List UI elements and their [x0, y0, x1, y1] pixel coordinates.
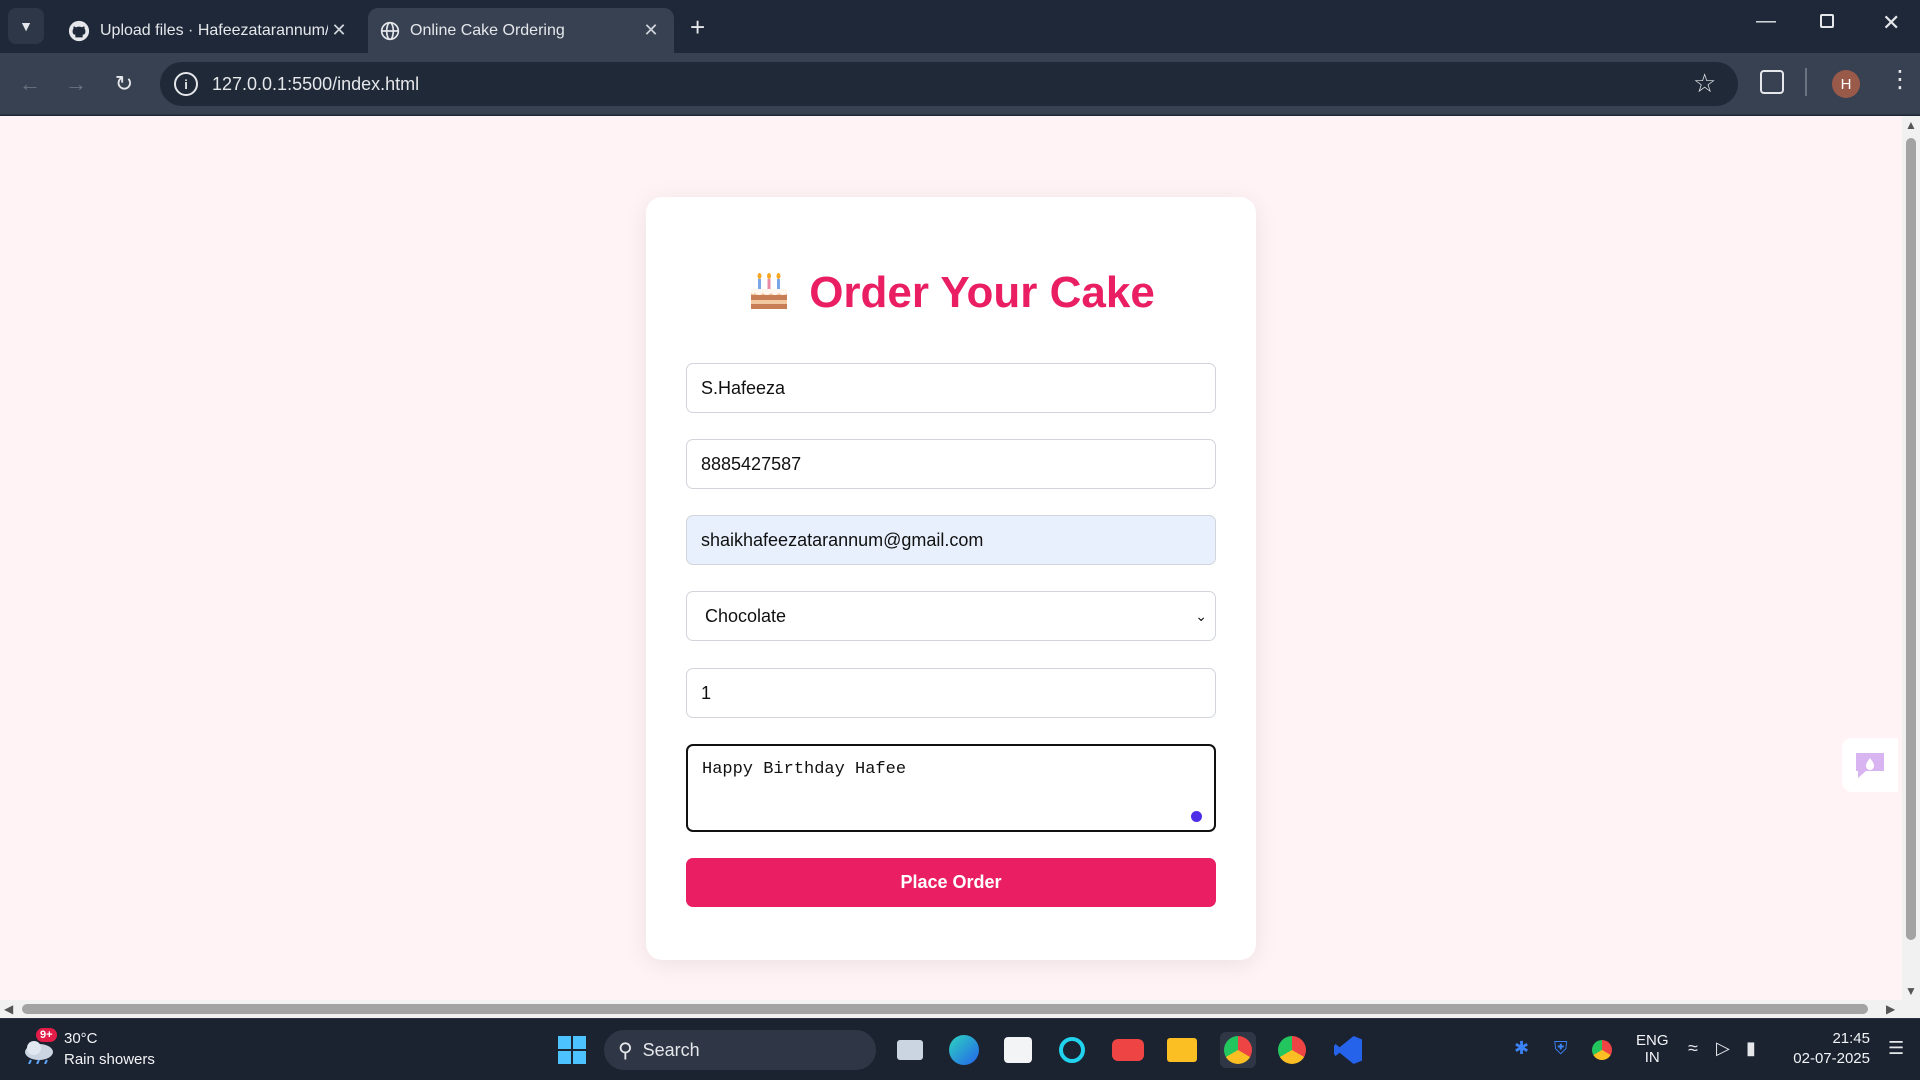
chrome-icon[interactable] [1220, 1032, 1256, 1068]
clock-date: 02-07-2025 [1793, 1050, 1870, 1067]
scroll-right-arrow-icon[interactable]: ▶ [1886, 1002, 1895, 1016]
email-field[interactable]: shaikhafeezatarannum@gmail.com [686, 515, 1216, 565]
site-info-icon[interactable]: i [174, 72, 198, 96]
chrome-profile-icon[interactable] [1274, 1032, 1310, 1068]
horizontal-scroll-thumb[interactable] [22, 1004, 1868, 1014]
email-value: shaikhafeezatarannum@gmail.com [701, 529, 984, 550]
tab-search-chevron-icon[interactable]: ▼ [8, 8, 44, 44]
back-icon[interactable]: ← [12, 66, 48, 102]
quantity-field[interactable]: 1 [686, 668, 1216, 718]
volume-muted-icon[interactable]: ▷ [1716, 1038, 1730, 1059]
vscode-icon[interactable] [1330, 1032, 1366, 1068]
flavor-value: Chocolate [705, 605, 787, 626]
windows-start-icon[interactable] [554, 1032, 590, 1068]
youtube-icon[interactable] [1110, 1032, 1146, 1068]
vertical-scroll-thumb[interactable] [1906, 138, 1916, 940]
file-explorer-icon[interactable] [1164, 1032, 1200, 1068]
notifications-icon[interactable]: ☰ [1888, 1038, 1904, 1059]
cortana-icon[interactable] [1054, 1032, 1090, 1068]
security-shield-icon[interactable]: ⛨ [1554, 1038, 1568, 1059]
weather-temp: 30°C [64, 1030, 98, 1047]
globe-icon [380, 21, 400, 40]
wifi-icon[interactable]: ≈ [1688, 1038, 1698, 1059]
heading-text: Order Your Cake [809, 268, 1155, 317]
place-order-button[interactable]: Place Order [686, 858, 1216, 907]
flavor-select[interactable]: Chocolate ⌄ [686, 591, 1216, 641]
github-icon [68, 20, 90, 41]
chrome-tray-icon[interactable] [1592, 1040, 1612, 1060]
language-line2: IN [1644, 1049, 1660, 1066]
bookmark-star-icon[interactable]: ☆ [1693, 68, 1716, 99]
task-view-icon[interactable] [892, 1032, 928, 1068]
page-title: Order Your Cake [646, 268, 1256, 318]
scroll-down-arrow-icon[interactable]: ▼ [1905, 984, 1917, 998]
name-value: S.Hafeeza [701, 377, 786, 398]
close-tab-icon[interactable]: ✕ [328, 20, 350, 41]
close-window-icon[interactable]: ✕ [1882, 10, 1900, 36]
address-text: 127.0.0.1:5500/index.html [212, 73, 420, 94]
floating-chat-widget[interactable] [1842, 738, 1898, 792]
edge-browser-icon[interactable] [946, 1032, 982, 1068]
clock[interactable]: 21:45 02-07-2025 [1784, 1030, 1870, 1067]
message-value: Happy Birthday Hafee [702, 760, 907, 779]
tab-title: Online Cake Ordering [410, 21, 565, 39]
restore-icon[interactable] [1820, 14, 1834, 28]
scroll-left-arrow-icon[interactable]: ◀ [4, 1002, 13, 1016]
taskbar-search[interactable]: ⚲ Search [604, 1030, 876, 1070]
phone-value: 8885427587 [701, 453, 802, 474]
search-label: Search [642, 1039, 700, 1060]
quantity-value: 1 [701, 682, 712, 703]
chevron-down-icon: ⌄ [1195, 608, 1207, 624]
search-icon: ⚲ [618, 1039, 633, 1062]
weather-badge: 9+ [36, 1028, 57, 1042]
new-tab-plus-icon[interactable]: + [690, 12, 705, 43]
language-indicator[interactable]: ENG IN [1636, 1032, 1669, 1066]
close-tab-icon[interactable]: ✕ [640, 20, 662, 41]
bluetooth-icon[interactable]: ✱ [1514, 1038, 1529, 1059]
name-field[interactable]: S.Hafeeza [686, 363, 1216, 413]
minimize-icon[interactable]: — [1756, 10, 1776, 33]
battery-icon[interactable]: ▮ [1746, 1038, 1756, 1059]
phone-field[interactable]: 8885427587 [686, 439, 1216, 489]
message-textarea[interactable]: Happy Birthday Hafee [686, 744, 1216, 832]
profile-avatar[interactable]: H [1832, 70, 1860, 98]
extensions-icon[interactable] [1760, 70, 1784, 94]
weather-condition: Rain showers [64, 1051, 155, 1068]
scroll-up-arrow-icon[interactable]: ▲ [1905, 118, 1917, 132]
grammar-assist-dot-icon[interactable] [1191, 811, 1202, 822]
cake-icon [751, 273, 788, 309]
tab-title: Upload files · Hafeezatarannum/CS [100, 21, 328, 39]
chat-bubble-icon [1856, 753, 1884, 778]
reload-icon[interactable]: ↻ [106, 66, 142, 102]
menu-kebab-icon[interactable]: ⋮ [1888, 68, 1912, 92]
tab-online-cake-ordering[interactable]: Online Cake Ordering ✕ [368, 8, 674, 53]
forward-icon[interactable]: → [58, 66, 94, 102]
address-bar[interactable]: i 127.0.0.1:5500/index.html [160, 62, 1738, 106]
toolbar-divider [1805, 68, 1807, 96]
tab-upload-files[interactable]: Upload files · Hafeezatarannum/CS ✕ [56, 8, 362, 53]
microsoft-store-icon[interactable] [1000, 1032, 1036, 1068]
language-line1: ENG [1636, 1032, 1669, 1049]
clock-time: 21:45 [1832, 1030, 1870, 1047]
